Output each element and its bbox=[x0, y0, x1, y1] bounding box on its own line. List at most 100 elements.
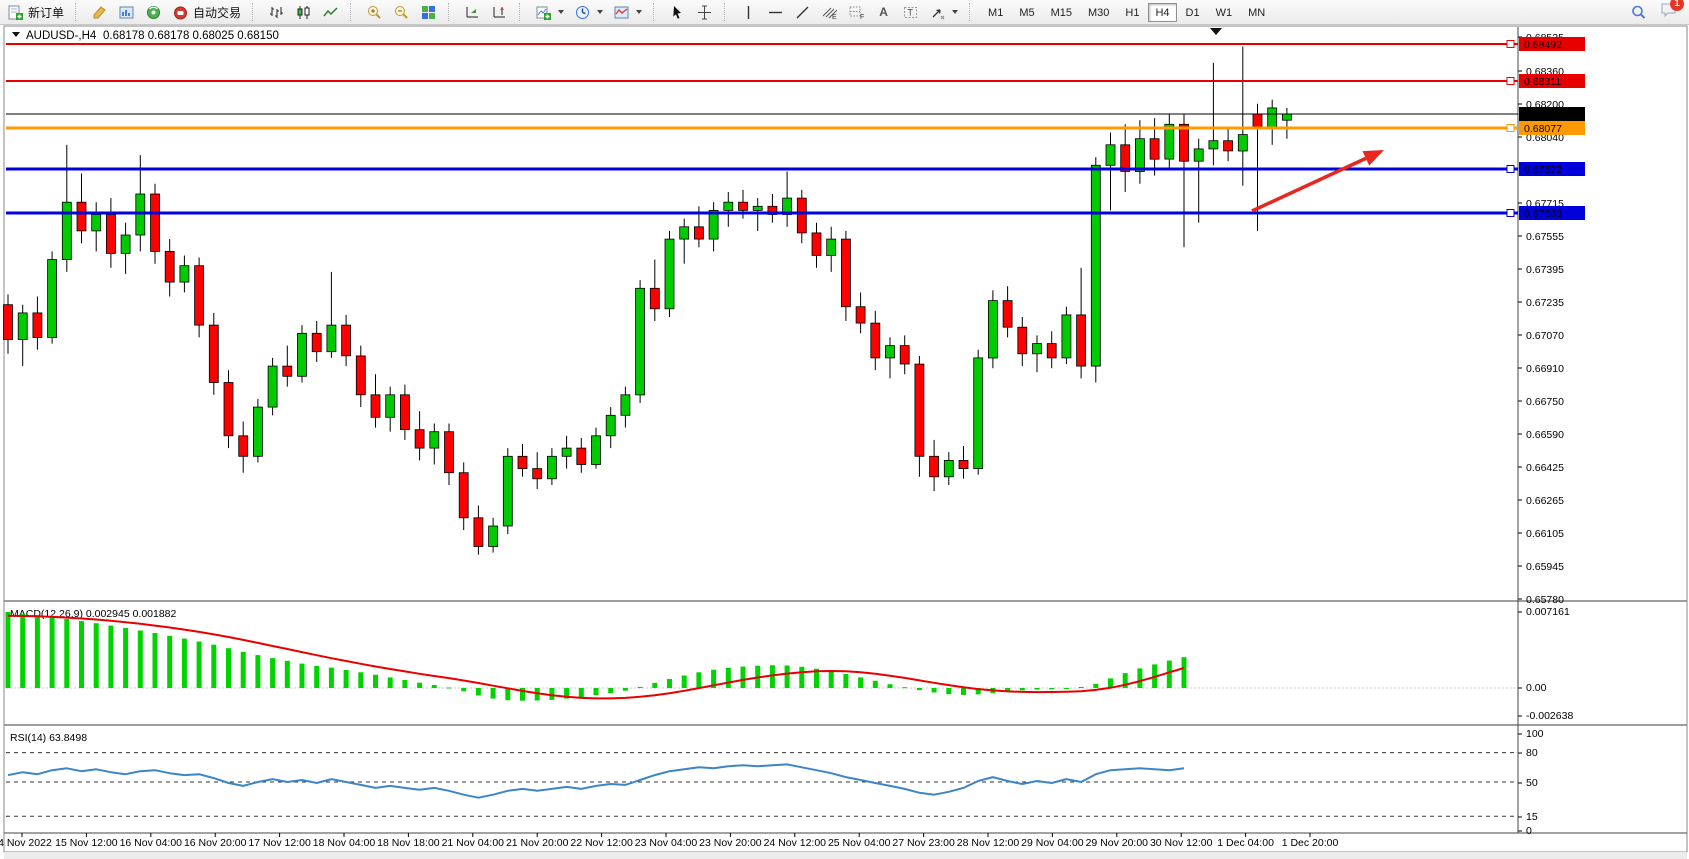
line-handle[interactable] bbox=[1507, 125, 1514, 132]
macd-bar bbox=[829, 671, 834, 688]
candle-body bbox=[459, 473, 468, 518]
macd-bar bbox=[1064, 688, 1069, 689]
candle-body bbox=[224, 383, 233, 436]
timeframe-h1-button[interactable]: H1 bbox=[1118, 3, 1146, 22]
signals-button[interactable] bbox=[140, 2, 167, 23]
shapes-button[interactable] bbox=[924, 2, 963, 23]
text-button[interactable]: A bbox=[870, 2, 897, 23]
time-label: 14 Nov 2022 bbox=[0, 837, 52, 849]
tile-windows-icon bbox=[420, 4, 437, 21]
candle-body bbox=[915, 364, 924, 456]
candle-body bbox=[1224, 141, 1233, 151]
timeframe-m15-button[interactable]: M15 bbox=[1044, 3, 1079, 22]
new-order-label: 新订单 bbox=[28, 4, 64, 21]
candle-body bbox=[1253, 114, 1262, 128]
chat-badge: 1 bbox=[1670, 0, 1684, 11]
templates-button[interactable] bbox=[608, 2, 647, 23]
macd-bar bbox=[638, 687, 643, 688]
macd-bar bbox=[667, 679, 672, 688]
timeframe-h4-button[interactable]: H4 bbox=[1148, 3, 1176, 22]
macd-bar bbox=[946, 688, 951, 694]
zoom-in-button[interactable] bbox=[361, 2, 388, 23]
indicators-button[interactable] bbox=[530, 2, 569, 23]
candle-body bbox=[1018, 327, 1027, 354]
macd-bar bbox=[696, 672, 701, 688]
candle-body bbox=[533, 469, 542, 479]
chart-shift-button[interactable] bbox=[486, 2, 513, 23]
trend-arrow-head[interactable] bbox=[1362, 150, 1384, 166]
macd-bar bbox=[579, 688, 584, 697]
timeframe-m30-button[interactable]: M30 bbox=[1081, 3, 1116, 22]
macd-bar bbox=[741, 667, 746, 688]
chart-shift-icon bbox=[491, 4, 508, 21]
timeframe-w1-button[interactable]: W1 bbox=[1209, 3, 1240, 22]
candle-body bbox=[827, 239, 836, 255]
price-tick-label: 0.66910 bbox=[1526, 363, 1564, 375]
candle-body bbox=[1135, 139, 1144, 172]
periods-button[interactable] bbox=[569, 2, 608, 23]
price-tick-label: 0.65780 bbox=[1526, 594, 1564, 606]
chart-canvas[interactable]: AUDUSD-,H4 0.68178 0.68178 0.68025 0.681… bbox=[0, 25, 1689, 859]
line-handle[interactable] bbox=[1507, 210, 1514, 217]
timeframe-d1-button[interactable]: D1 bbox=[1179, 3, 1207, 22]
macd-bar bbox=[1020, 688, 1025, 690]
timeframe-m5-button[interactable]: M5 bbox=[1012, 3, 1041, 22]
chat-button[interactable]: 1 bbox=[1660, 1, 1677, 23]
metaeditor-button[interactable] bbox=[86, 2, 113, 23]
line-chart-button[interactable] bbox=[317, 2, 344, 23]
price-tick-label: 0.67395 bbox=[1526, 264, 1564, 276]
macd-bar bbox=[1079, 687, 1084, 688]
trendline-button[interactable] bbox=[789, 2, 816, 23]
candle-body bbox=[886, 346, 895, 358]
channel-button[interactable]: F bbox=[843, 2, 870, 23]
bar-chart-button[interactable] bbox=[263, 2, 290, 23]
candle-body bbox=[33, 313, 42, 338]
price-tick-label: 0.66590 bbox=[1526, 429, 1564, 441]
macd-bar bbox=[447, 688, 452, 689]
candle-body bbox=[856, 307, 865, 323]
macd-bar bbox=[197, 642, 202, 689]
label-button[interactable]: T bbox=[897, 2, 924, 23]
chart-shift-marker[interactable] bbox=[1210, 28, 1222, 35]
zoom-out-button[interactable] bbox=[388, 2, 415, 23]
candlestick-chart-icon bbox=[295, 4, 312, 21]
ohlc-toggle-icon[interactable] bbox=[12, 32, 20, 37]
line-handle[interactable] bbox=[1507, 166, 1514, 173]
fibonacci-button[interactable]: E bbox=[816, 2, 843, 23]
vertical-line-button[interactable] bbox=[735, 2, 762, 23]
time-label: 21 Nov 04:00 bbox=[442, 837, 505, 849]
cursor-button[interactable] bbox=[664, 2, 691, 23]
signals-icon bbox=[145, 4, 162, 21]
macd-bar bbox=[888, 684, 893, 688]
macd-bar bbox=[153, 633, 158, 688]
autotrading-button[interactable]: 自动交易 bbox=[167, 2, 246, 23]
chevron-down-icon bbox=[952, 10, 958, 14]
macd-bar bbox=[1137, 668, 1142, 688]
auto-scroll-button[interactable] bbox=[459, 2, 486, 23]
price-tick-label: 0.66425 bbox=[1526, 462, 1564, 474]
clock-icon bbox=[574, 4, 591, 21]
timeframe-mn-button[interactable]: MN bbox=[1241, 3, 1272, 22]
line-handle[interactable] bbox=[1507, 78, 1514, 85]
crosshair-icon bbox=[696, 4, 713, 21]
macd-bar bbox=[64, 619, 69, 688]
macd-bar bbox=[785, 666, 790, 689]
horizontal-line-button[interactable] bbox=[762, 2, 789, 23]
new-order-button[interactable]: 新订单 bbox=[2, 2, 69, 23]
macd-bar bbox=[358, 672, 363, 688]
timeframe-m1-button[interactable]: M1 bbox=[981, 3, 1010, 22]
zoom-out-icon bbox=[393, 4, 410, 21]
price-line-badge-label: 0.67872 bbox=[1524, 164, 1562, 176]
candle-body bbox=[283, 366, 292, 376]
price-tick-label: 0.66265 bbox=[1526, 495, 1564, 507]
search-button[interactable] bbox=[1625, 2, 1652, 23]
tile-windows-button[interactable] bbox=[415, 2, 442, 23]
candlestick-chart-button[interactable] bbox=[290, 2, 317, 23]
line-handle[interactable] bbox=[1507, 41, 1514, 48]
trend-arrow-line[interactable] bbox=[1252, 158, 1366, 211]
arrows-tool-icon bbox=[929, 4, 946, 21]
candle-body bbox=[1180, 124, 1189, 161]
macd-bar bbox=[94, 623, 99, 688]
charts-window-button[interactable] bbox=[113, 2, 140, 23]
crosshair-button[interactable] bbox=[691, 2, 718, 23]
